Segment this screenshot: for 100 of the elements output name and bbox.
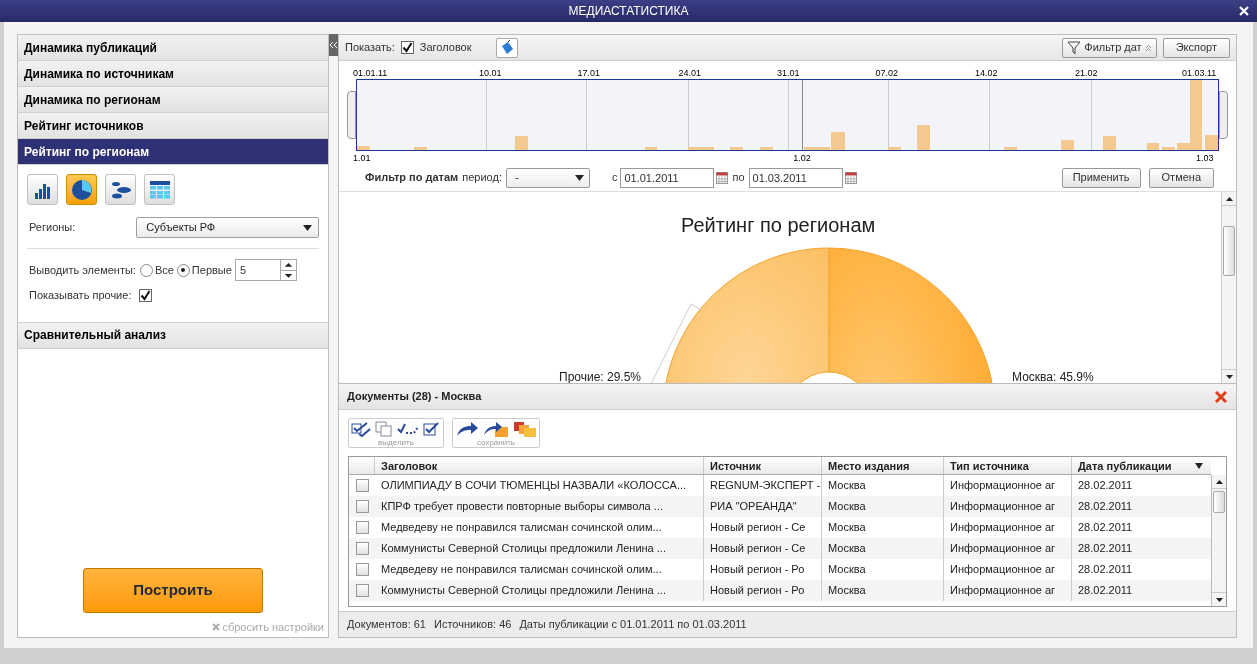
- toolbar-group-label: выделить: [378, 438, 414, 447]
- caret-icon: [574, 174, 584, 181]
- sidebar-section-header[interactable]: Динамика по регионам: [18, 87, 328, 113]
- scroll-thumb[interactable]: [1213, 491, 1225, 513]
- table-cell-text: Москва: [828, 541, 866, 557]
- sources-count: Источников: 46: [434, 617, 512, 633]
- color-button[interactable]: [495, 37, 518, 58]
- timeline-date-label: 31.01: [777, 67, 800, 80]
- table-cell-text: Новый регион - Се: [710, 541, 806, 557]
- row-checkbox[interactable]: [355, 500, 369, 513]
- collapse-tab[interactable]: [329, 34, 338, 56]
- bubble-chart-icon: [109, 179, 132, 200]
- scrollbar[interactable]: [1211, 475, 1226, 606]
- scroll-down-icon[interactable]: [1225, 374, 1233, 379]
- toolbar-group-label: сохранить: [476, 438, 516, 447]
- sidebar-section-header[interactable]: Динамика публикаций: [18, 35, 328, 61]
- apply-button[interactable]: Применить: [1061, 167, 1141, 188]
- chart-title: Рейтинг по регионам: [681, 213, 876, 238]
- period-label: период:: [462, 170, 502, 186]
- sidebar-section-header[interactable]: Динамика по источникам: [18, 61, 328, 87]
- table-icon: [148, 179, 171, 200]
- count-spinner[interactable]: 5: [234, 259, 297, 281]
- sidebar-section-header[interactable]: Сравнительный анализ: [18, 322, 328, 349]
- scroll-thumb[interactable]: [1223, 226, 1235, 276]
- chart-type-button[interactable]: [144, 174, 175, 205]
- timeline-date-label: 01.03.11: [1182, 67, 1217, 80]
- column-header[interactable]: Тип источника: [943, 457, 1071, 474]
- histogram-bar: [916, 124, 930, 150]
- table-row[interactable]: Коммунисты Северной Столицы предложили Ленина ... Новый регион - Се Москва Информационное аг 28.02.2011: [349, 538, 1211, 559]
- histogram-bar: [1003, 147, 1017, 150]
- calendar-icon[interactable]: [844, 171, 857, 184]
- to-date-field[interactable]: 01.03.2011: [748, 167, 843, 188]
- table-cell-text: Информационное аг: [950, 499, 1056, 515]
- period-dropdown[interactable]: -: [505, 167, 590, 188]
- table-cell-text: Москва: [828, 499, 866, 515]
- column-header[interactable]: Источник: [703, 457, 821, 474]
- scrollbar[interactable]: [1221, 192, 1236, 383]
- export-button[interactable]: Экспорт: [1162, 37, 1230, 58]
- chart-type-button[interactable]: [66, 174, 97, 205]
- histogram-bar: [759, 147, 773, 150]
- row-checkbox[interactable]: [355, 521, 369, 534]
- table-row[interactable]: КПРФ требует провести повторные выборы символа ... РИА "ОРЕАНДА" Москва Информационное аг 28.02.2011: [349, 496, 1211, 517]
- timeline-month-label: 1.01: [353, 152, 371, 165]
- down-arrow-icon[interactable]: [280, 269, 296, 280]
- table-cell-text: Медведеву не понравился талисман сочинской олим...: [381, 562, 662, 578]
- table-cell-text: Информационное аг: [950, 520, 1056, 536]
- table-cell-text: 28.02.2011: [1078, 499, 1133, 515]
- column-header[interactable]: Место издания: [821, 457, 943, 474]
- row-checkbox[interactable]: [355, 584, 369, 597]
- folders-icon[interactable]: [513, 419, 537, 438]
- sort-down-icon: [1195, 462, 1203, 469]
- table-row[interactable]: Коммунисты Северной Столицы предложили Ленина ... Новый регион - Ро Москва Информационное аг 28.02.2011: [349, 580, 1211, 601]
- check-all-icon[interactable]: [351, 420, 371, 437]
- date-range: Даты публикации с 01.01.2011 по 01.03.2011: [519, 617, 747, 633]
- window-title: МЕДИАСТАТИСТИКА: [568, 3, 689, 20]
- sidebar-section-header[interactable]: Рейтинг по регионам: [18, 139, 328, 165]
- forward-folder-icon[interactable]: [483, 419, 509, 438]
- checkbox[interactable]: [139, 288, 153, 302]
- table-cell-text: Информационное аг: [950, 478, 1056, 494]
- histogram-bar: [413, 147, 427, 150]
- histogram-bar: [515, 136, 529, 150]
- table-cell-text: Новый регион - Ро: [710, 562, 805, 578]
- table-cell-text: Новый регион - Се: [710, 520, 806, 536]
- row-checkbox[interactable]: [355, 479, 369, 492]
- scroll-down-icon[interactable]: [1215, 597, 1223, 602]
- row-checkbox[interactable]: [355, 542, 369, 555]
- range-handle[interactable]: [1219, 91, 1228, 139]
- date-filter-button[interactable]: Фильтр дат: [1062, 37, 1157, 58]
- row-checkbox[interactable]: [355, 563, 369, 576]
- chart-type-button[interactable]: [27, 174, 58, 205]
- checkbox-icon[interactable]: [423, 420, 441, 437]
- histogram-bar: [1061, 139, 1075, 150]
- timeline-date-label: 10.01: [479, 67, 502, 80]
- documents-title: Документы (28) - Москва: [347, 389, 482, 405]
- build-button[interactable]: Построить: [83, 567, 263, 613]
- radio-option[interactable]: Все: [139, 261, 174, 279]
- range-handle[interactable]: [347, 91, 356, 139]
- sidebar-section-header[interactable]: Рейтинг источников: [18, 113, 328, 139]
- calendar-icon[interactable]: [716, 171, 729, 184]
- table-cell-text: КПРФ требует провести повторные выборы символа ...: [381, 499, 663, 515]
- table-cell-text: ОЛИМПИАДУ В СОЧИ ТЮМЕНЦЫ НАЗВАЛИ «КОЛОССА...: [381, 478, 687, 494]
- show-label: Показать:: [345, 40, 395, 56]
- timeline-date-label: 17.01: [577, 67, 601, 80]
- regions-label: Регионы:: [28, 220, 77, 236]
- scroll-up-icon[interactable]: [1225, 196, 1233, 201]
- radio-option[interactable]: Первые: [176, 261, 232, 279]
- column-header[interactable]: Дата публикации: [1071, 457, 1209, 474]
- regions-dropdown[interactable]: Субъекты РФ: [136, 217, 319, 238]
- table-cell-text: Информационное аг: [950, 583, 1056, 599]
- from-date-field[interactable]: 01.01.2011: [620, 167, 715, 188]
- table-cell-text: РИА "ОРЕАНДА": [710, 499, 797, 515]
- chevron-up-icon: [1144, 43, 1152, 52]
- table-cell-text: Информационное аг: [950, 541, 1056, 557]
- chart-type-button[interactable]: [105, 174, 136, 205]
- column-header[interactable]: Заголовок: [375, 457, 703, 474]
- scroll-up-icon[interactable]: [1215, 479, 1223, 484]
- timeline-date-label: 01.01.11: [353, 67, 388, 80]
- cancel-button[interactable]: Отмена: [1148, 167, 1214, 188]
- histogram-bar: [729, 147, 743, 150]
- checkbox[interactable]: [400, 41, 414, 54]
